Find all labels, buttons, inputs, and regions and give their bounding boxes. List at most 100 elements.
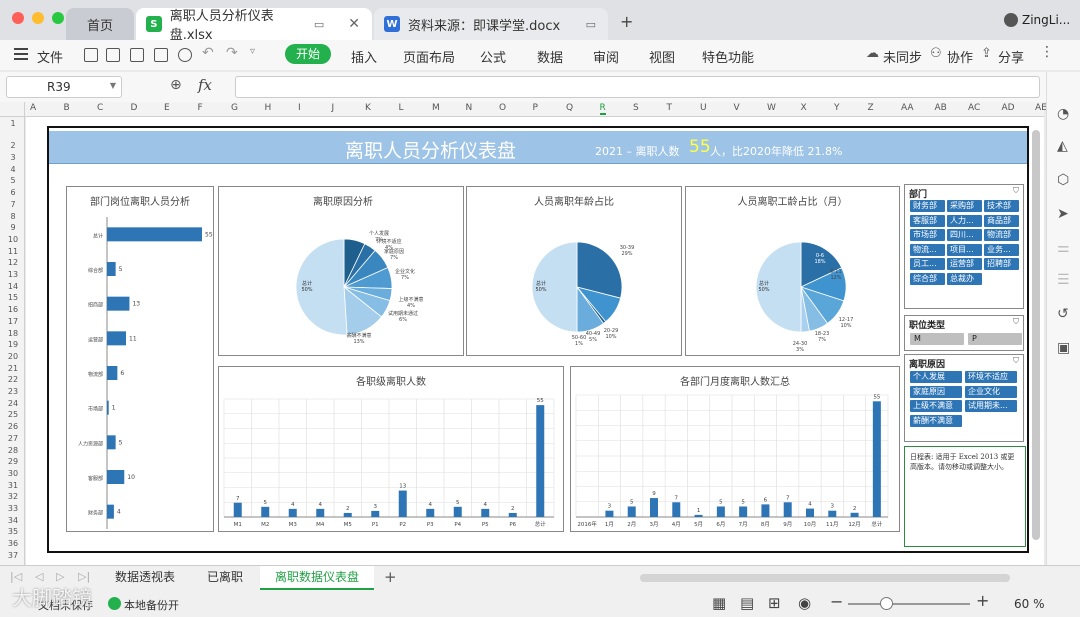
column-header-cell[interactable]: B [64,103,70,113]
column-header-cell[interactable]: AC [968,103,980,113]
column-header-cell[interactable]: I [298,103,301,113]
page-view-icon[interactable]: ▤ [740,594,754,612]
file-menu[interactable]: 文件 [37,47,63,66]
row-header-cell[interactable]: 7 [4,200,22,209]
more-icon[interactable]: ▿ [250,46,255,57]
column-header-cell[interactable]: U [700,103,707,113]
slicer-chip[interactable]: 家庭原因 [910,385,962,398]
slicer-chip[interactable]: 技术部 [984,200,1019,212]
print-icon[interactable] [154,48,168,62]
menu-data[interactable]: 数据 [537,47,563,66]
column-header-cell[interactable]: P [533,103,538,113]
column-header-cell[interactable]: Y [834,103,840,113]
horizontal-scrollbar[interactable] [640,574,1010,582]
row-header-cell[interactable]: 28 [4,446,22,455]
column-header-cell[interactable]: N [466,103,473,113]
row-header-cell[interactable]: 37 [4,551,22,560]
menu-features[interactable]: 特色功能 [702,47,754,66]
slicer-chip[interactable]: 客服部 [910,214,945,227]
sheet-tab-pivot[interactable]: 数据透视表 [100,566,190,590]
avatar[interactable] [1004,13,1018,27]
slicer-chip[interactable]: 人力... [947,214,982,227]
column-header-cell[interactable]: X [801,103,807,113]
row-header-cell[interactable]: 8 [4,212,22,221]
row-header-cell[interactable]: 17 [4,317,22,326]
chevron-down-icon[interactable]: ▼ [110,81,116,90]
row-header-cell[interactable]: 30 [4,469,22,478]
row-header-cell[interactable]: 34 [4,516,22,525]
filter-icon[interactable]: ⛉ [1013,356,1019,366]
slicer-chip[interactable]: 薪酬不满意 [910,414,962,427]
column-header-cell[interactable]: R [599,103,606,115]
zoom-out-icon[interactable]: − [830,592,843,611]
row-header-cell[interactable]: 29 [4,457,22,466]
add-sheet-icon[interactable]: + [384,568,397,586]
slicer-chip[interactable]: 环境不适应 [965,371,1017,383]
slicer-chip[interactable]: 物流... [910,243,945,256]
slicer-chip[interactable]: 综合部 [910,273,945,285]
slicer-chip[interactable]: 员工... [910,258,945,271]
tab-xlsx[interactable]: S 离职人员分析仪表盘.xlsx ▭ ✕ [136,8,372,43]
slicer-chip[interactable]: 企业文化 [965,385,1017,398]
column-header-cell[interactable]: S [633,103,639,113]
slicer-chip[interactable]: 业务... [984,243,1019,256]
menu-view[interactable]: 视图 [649,47,675,66]
column-header-cell[interactable]: E [164,103,170,113]
menu-layout[interactable]: 页面布局 [403,47,455,66]
shapes-icon[interactable]: ◔ [1057,106,1069,122]
minimize-window-button[interactable] [32,12,44,24]
menu-review[interactable]: 审阅 [593,47,619,66]
zoom-slider[interactable] [848,603,970,605]
row-header-cell[interactable]: 14 [4,282,22,291]
slicer-chip[interactable]: 四川... [947,229,982,242]
column-header-cell[interactable]: Z [868,103,874,113]
layout-view-icon[interactable]: ⊞ [768,594,781,612]
preview-icon[interactable] [178,48,192,62]
menu-formula[interactable]: 公式 [480,47,506,66]
column-header-cell[interactable]: M [432,103,440,113]
sheet-tab-dashboard[interactable]: 离职数据仪表盘 [260,566,374,590]
row-header-cell[interactable]: 4 [4,165,22,174]
row-header-cell[interactable]: 3 [4,153,22,162]
close-window-button[interactable] [12,12,24,24]
column-header-cell[interactable]: AD [1002,103,1015,113]
name-box[interactable]: R39 ▼ [6,76,122,98]
new-tab-icon[interactable]: + [620,12,633,31]
row-header-cell[interactable]: 24 [4,399,22,408]
column-header-cell[interactable]: AA [901,103,914,113]
column-header-cell[interactable]: Q [566,103,573,113]
row-header-cell[interactable]: 35 [4,527,22,536]
row-header-cell[interactable]: 13 [4,270,22,279]
tab-docx[interactable]: W 资料来源：即课学堂.docx ▭ [374,8,608,40]
column-header-cell[interactable]: G [231,103,238,113]
unsync-status[interactable]: 未同步 [883,47,922,66]
filter-icon[interactable]: ⛉ [1013,186,1019,196]
column-header-cell[interactable]: C [97,103,103,113]
fx-icon[interactable]: fx [198,76,212,94]
select-all-corner[interactable] [0,102,25,117]
column-header-cell[interactable]: J [332,103,335,113]
redo-icon[interactable]: ↷ [226,45,238,61]
undo-icon[interactable]: ↶ [202,45,214,61]
zoom-slider-knob[interactable] [879,597,893,610]
row-header-cell[interactable]: 12 [4,258,22,267]
row-header-cell[interactable]: 20 [4,352,22,361]
row-header-cell[interactable]: 27 [4,434,22,443]
row-header-cell[interactable]: 2 [4,141,22,150]
column-header-cell[interactable]: L [399,103,404,113]
slicer-chip[interactable]: 市场部 [910,229,945,242]
row-header-cell[interactable]: 31 [4,481,22,490]
user-name[interactable]: ZingLi... [1022,13,1070,27]
slicer-chip[interactable]: 试用期未... [965,400,1017,412]
backup-status[interactable]: 本地备份开 [124,597,179,613]
row-header-cell[interactable]: 10 [4,235,22,244]
slicer-chip[interactable]: 商品部 [984,214,1019,227]
row-header-cell[interactable]: 11 [4,247,22,256]
row-header-cell[interactable]: 22 [4,375,22,384]
share-button[interactable]: 分享 [998,47,1024,66]
row-header-cell[interactable]: 1 [4,119,22,128]
row-header-cell[interactable]: 33 [4,504,22,513]
open-icon[interactable] [84,48,98,62]
column-header-cell[interactable]: A [30,103,36,113]
export-icon[interactable] [130,48,144,62]
